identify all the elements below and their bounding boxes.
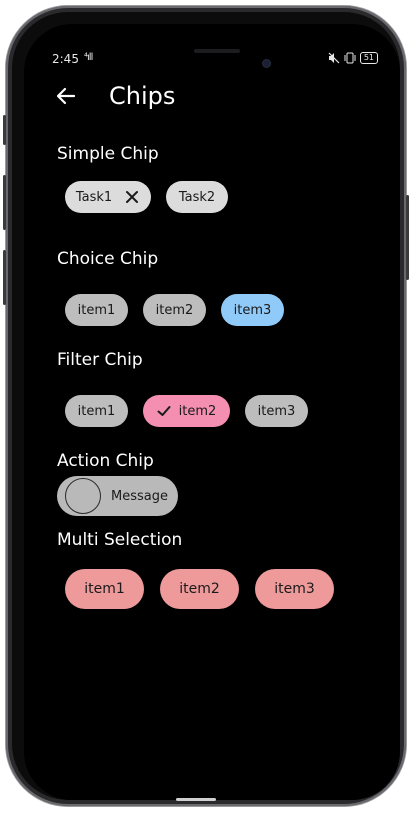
action-chip-heading: Action Chip bbox=[57, 451, 154, 471]
chip-label: Task2 bbox=[178, 189, 216, 205]
choice-chip-item1[interactable]: item1 bbox=[65, 294, 128, 326]
chip-label: item3 bbox=[274, 581, 315, 597]
chip-label: item1 bbox=[84, 581, 125, 597]
check-icon bbox=[157, 406, 171, 416]
chip-label: item3 bbox=[257, 403, 296, 419]
chip-label: item2 bbox=[155, 302, 194, 318]
phone-frame: 2:45 ⁴ıll 51 Chips Simple Chip Task1 Tas… bbox=[6, 6, 406, 806]
volume-up-button bbox=[3, 175, 6, 230]
chip-label: item1 bbox=[77, 302, 116, 318]
multi-chip-item2[interactable]: item2 bbox=[160, 569, 239, 609]
chip-label: item2 bbox=[178, 403, 217, 419]
status-time: 2:45 bbox=[52, 52, 79, 66]
action-chip-message[interactable]: Message bbox=[57, 476, 178, 516]
close-icon[interactable] bbox=[124, 189, 140, 205]
mute-icon bbox=[328, 52, 340, 64]
chip-label: item2 bbox=[179, 581, 220, 597]
home-indicator bbox=[176, 798, 216, 801]
battery-icon: 51 bbox=[359, 52, 378, 64]
choice-chip-heading: Choice Chip bbox=[57, 249, 159, 269]
chip-label: item1 bbox=[77, 403, 116, 419]
chip-label: Message bbox=[111, 488, 168, 504]
speaker bbox=[194, 49, 240, 53]
signal-icon: ⁴ıll bbox=[84, 52, 93, 63]
front-camera bbox=[263, 60, 270, 67]
filter-chip-item1[interactable]: item1 bbox=[65, 395, 128, 427]
status-right: 51 bbox=[328, 52, 378, 64]
side-button-top bbox=[3, 115, 6, 145]
multi-selection-heading: Multi Selection bbox=[57, 530, 183, 550]
filter-chip-item2-selected[interactable]: item2 bbox=[143, 395, 230, 427]
page-title: Chips bbox=[109, 82, 176, 110]
avatar-icon bbox=[65, 478, 101, 514]
choice-chip-item2[interactable]: item2 bbox=[143, 294, 206, 326]
simple-chip-heading: Simple Chip bbox=[57, 144, 159, 164]
power-button bbox=[406, 195, 409, 280]
multi-chip-item1[interactable]: item1 bbox=[65, 569, 144, 609]
multi-chip-item3[interactable]: item3 bbox=[255, 569, 334, 609]
filter-chip-item3[interactable]: item3 bbox=[245, 395, 308, 427]
app-bar: Chips bbox=[24, 76, 400, 116]
volume-down-button bbox=[3, 250, 6, 305]
simple-chip-task1[interactable]: Task1 bbox=[65, 181, 151, 213]
chip-label: item3 bbox=[233, 302, 272, 318]
chip-label: Task1 bbox=[75, 189, 113, 205]
phone-bezel: 2:45 ⁴ıll 51 Chips Simple Chip Task1 Tas… bbox=[12, 12, 400, 800]
simple-chip-task2[interactable]: Task2 bbox=[166, 181, 228, 213]
filter-chip-heading: Filter Chip bbox=[57, 350, 143, 370]
arrow-left-icon[interactable] bbox=[54, 84, 78, 108]
screen: 2:45 ⁴ıll 51 Chips Simple Chip Task1 Tas… bbox=[24, 24, 400, 800]
vibrate-icon bbox=[344, 52, 356, 64]
choice-chip-item3-selected[interactable]: item3 bbox=[221, 294, 284, 326]
